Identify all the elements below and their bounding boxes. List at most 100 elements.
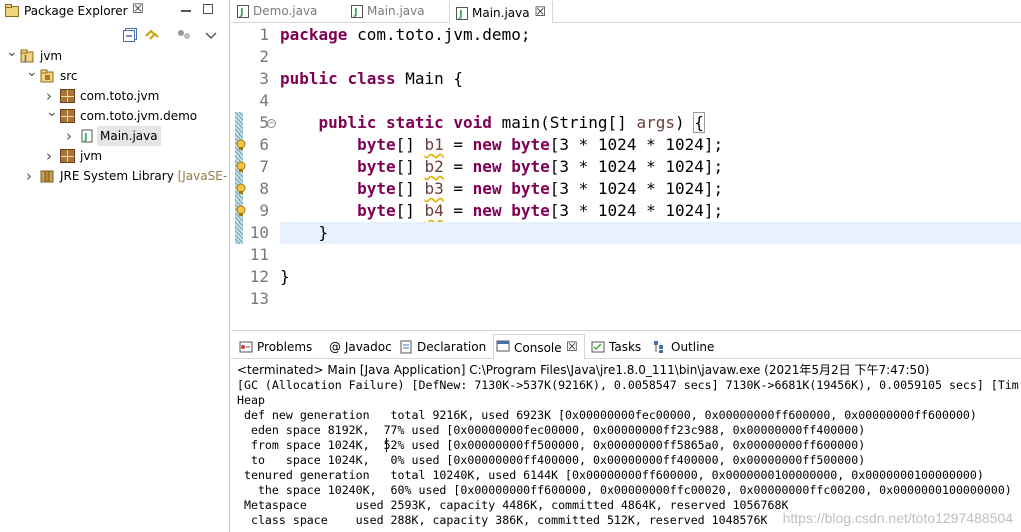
console-line: [GC (Allocation Failure) [DefNew: 7130K-… — [237, 378, 1019, 392]
chevron-right-icon[interactable]: › — [46, 146, 56, 166]
console-line: to space 1024K, 0% used [0x00000000ff400… — [237, 453, 866, 467]
text-caret — [386, 438, 387, 452]
tree-item-label: Main.java — [97, 126, 161, 146]
line-number: 12 — [249, 267, 269, 286]
line-number: 9 — [259, 201, 269, 220]
tree-item-package[interactable]: › jvm — [0, 146, 229, 166]
tree-item-library[interactable]: › JRE System Library [JavaSE- — [0, 166, 229, 186]
code-line: } — [280, 267, 290, 286]
tasks-icon — [591, 341, 605, 353]
java-file-icon: J — [80, 129, 95, 143]
line-number: 11 — [249, 245, 269, 264]
tree-item-label: com.toto.jvm — [80, 89, 160, 103]
console-line: tenured generation total 10240K, used 61… — [237, 468, 984, 482]
code-line: public static void main(String[] args) { — [318, 112, 705, 133]
watermark-text: https://blog.csdn.net/toto1297488504 — [782, 510, 1013, 526]
chevron-down-icon[interactable]: ⌄ — [26, 65, 38, 86]
line-number: 8 — [259, 179, 269, 198]
editor-tab-demo-java[interactable]: Demo.java — [231, 0, 341, 24]
tab-tasks[interactable]: Tasks — [589, 336, 641, 358]
editor-tab-main-java-active[interactable]: Main.java ☒ — [449, 0, 553, 26]
minimize-icon[interactable] — [181, 10, 191, 12]
code-line: byte[] b2 = new byte[3 * 1024 * 1024]; — [357, 157, 724, 176]
close-icon[interactable]: ☒ — [132, 2, 144, 17]
tree-item-label: jvm — [80, 149, 103, 163]
java-file-icon — [351, 2, 363, 24]
console-line: from space 1024K, 52% used [0x00000000ff… — [237, 438, 866, 452]
tree-item-package[interactable]: ⌄ com.toto.jvm.demo — [0, 105, 229, 126]
line-number: 6 — [259, 135, 269, 154]
console-process-label: <terminated> Main [Java Application] C:\… — [237, 363, 930, 377]
package-icon — [60, 109, 75, 123]
line-number: 13 — [249, 289, 269, 308]
editor-tab-main-java[interactable]: Main.java — [345, 0, 445, 24]
library-icon — [40, 169, 55, 183]
code-line: byte[] b3 = new byte[3 * 1024 * 1024]; — [357, 179, 724, 198]
chevron-right-icon[interactable]: › — [46, 86, 56, 106]
line-number: 4 — [259, 91, 269, 110]
close-icon[interactable]: ☒ — [566, 335, 578, 361]
tab-outline[interactable]: Outline — [651, 336, 714, 358]
tree-item-label: src — [60, 69, 78, 83]
line-number: 2 — [259, 47, 269, 66]
package-icon — [60, 89, 75, 103]
line-number: 10 — [249, 223, 269, 242]
tree-item-decoration: [JavaSE- — [177, 169, 228, 183]
line-number: 5 — [259, 113, 269, 132]
link-with-editor-icon[interactable] — [144, 27, 160, 43]
tree-item-project[interactable]: ⌄ Jjvm — [0, 45, 229, 66]
chevron-right-icon[interactable]: › — [66, 126, 76, 146]
package-explorer-tab[interactable]: Package Explorer ☒ — [0, 0, 230, 22]
console-icon — [496, 340, 510, 352]
code-line: byte[] b4 = new byte[3 * 1024 * 1024]; — [357, 201, 724, 220]
code-line: package com.toto.jvm.demo; — [280, 25, 531, 44]
tab-javadoc[interactable]: @ Javadoc — [319, 336, 392, 358]
package-icon — [60, 149, 75, 163]
tab-console[interactable]: Console ☒ — [493, 334, 585, 360]
java-project-icon: J — [20, 49, 35, 63]
problems-icon — [239, 341, 253, 353]
code-area[interactable]: package com.toto.jvm.demo; public class … — [280, 24, 1021, 318]
code-line: public class Main { — [280, 69, 464, 88]
maximize-icon[interactable] — [203, 4, 213, 14]
bottom-tab-bar: Problems @ Javadoc Declaration Console ☒… — [231, 331, 1021, 360]
chevron-down-icon[interactable]: ⌄ — [6, 45, 18, 66]
quick-diff-marker — [235, 222, 243, 244]
tree-item-label: jvm — [40, 49, 63, 63]
line-number: 1 — [259, 25, 269, 44]
line-number: 3 — [259, 69, 269, 88]
svg-text:J: J — [83, 132, 88, 143]
console-line: def new generation total 9216K, used 692… — [237, 408, 977, 422]
editor-tab-bar: Demo.java Main.java Main.java ☒ — [231, 0, 1021, 26]
console-line: Heap — [237, 393, 265, 407]
tab-problems[interactable]: Problems — [237, 336, 312, 358]
code-line-current: } — [280, 222, 1021, 244]
close-tab-icon[interactable]: ☒ — [534, 2, 546, 24]
tree-item-label: JRE System Library [JavaSE- — [60, 169, 228, 183]
chevron-down-icon[interactable]: ⌄ — [46, 105, 58, 126]
view-menu-chevron-down-icon[interactable] — [203, 27, 219, 43]
package-explorer-icon — [5, 4, 19, 17]
source-folder-icon — [40, 69, 55, 83]
line-number: 7 — [259, 157, 269, 176]
console-line: eden space 8192K, 77% used [0x00000000fe… — [237, 423, 866, 437]
console-output[interactable]: [GC (Allocation Failure) [DefNew: 7130K-… — [237, 378, 1021, 532]
java-file-icon — [237, 2, 249, 24]
focus-on-active-task-icon[interactable] — [176, 27, 192, 43]
matching-bracket: { — [693, 112, 705, 133]
editor-tab-label: Main.java — [472, 6, 530, 20]
chevron-right-icon[interactable]: › — [26, 166, 36, 186]
tree-item-package[interactable]: › com.toto.jvm — [0, 86, 229, 106]
tree-item-label: com.toto.jvm.demo — [80, 109, 198, 123]
tab-declaration[interactable]: Declaration — [397, 336, 486, 358]
java-file-icon — [456, 4, 468, 26]
package-explorer-view: Package Explorer ☒ ⌄ Jjvm ⌄ src › com.toto.jv… — [0, 0, 230, 532]
editor-tab-label: Main.java — [367, 4, 425, 18]
collapse-all-icon[interactable] — [122, 27, 138, 43]
tree-item-file[interactable]: › J Main.java — [0, 126, 229, 146]
code-line: byte[] b1 = new byte[3 * 1024 * 1024]; — [357, 135, 724, 154]
quick-diff-marker — [235, 112, 243, 134]
tree-item-folder[interactable]: ⌄ src — [0, 65, 229, 86]
svg-text:J: J — [23, 54, 27, 63]
java-editor: Demo.java Main.java Main.java ☒ − 123456… — [231, 0, 1021, 318]
